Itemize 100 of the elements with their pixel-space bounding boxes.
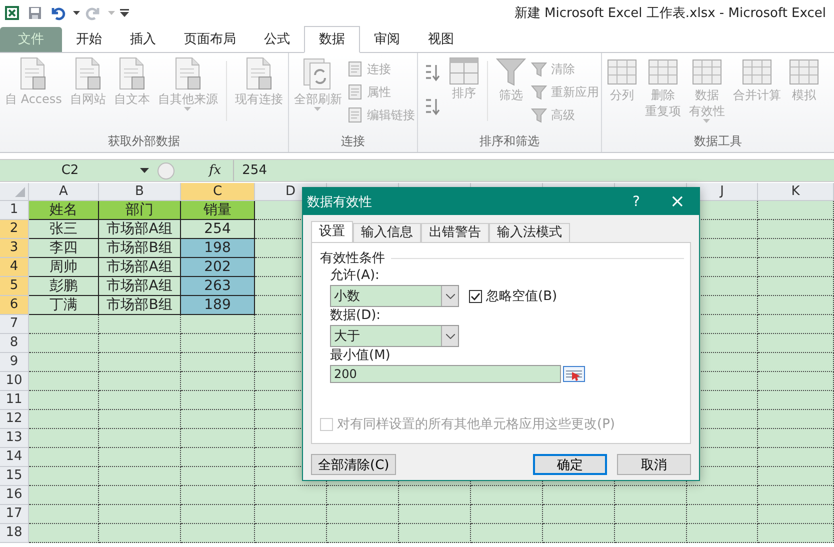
row-header[interactable]: 14 (0, 448, 29, 467)
customize-menu-icon[interactable] (120, 9, 129, 17)
spreadsheet-cell (255, 524, 327, 543)
input-field[interactable]: 200 (330, 365, 561, 383)
row-header[interactable]: 3 (0, 239, 29, 258)
ribbon-tab[interactable]: 开始 (62, 27, 116, 52)
spreadsheet-cell (29, 448, 99, 467)
spreadsheet-cell: 263 (181, 277, 255, 296)
spreadsheet-cell (29, 410, 99, 429)
close-button[interactable]: × (670, 191, 685, 212)
column-header[interactable]: B (99, 183, 181, 201)
range-picker-icon[interactable] (563, 366, 585, 382)
ribbon-tab[interactable]: 页面布局 (170, 27, 250, 52)
caret-icon[interactable] (140, 168, 149, 173)
row-header[interactable]: 4 (0, 258, 29, 277)
column-header[interactable]: K (758, 183, 834, 201)
spreadsheet-cell (29, 524, 99, 543)
save-icon[interactable] (27, 5, 43, 21)
table-icon (692, 57, 722, 87)
dialog-button[interactable]: 取消 (617, 454, 691, 475)
spreadsheet-cell (29, 334, 99, 353)
spreadsheet-cell (29, 486, 99, 505)
checkbox-label: 忽略空值(B) (486, 288, 558, 305)
row-header[interactable]: 13 (0, 429, 29, 448)
ribbon-tab[interactable]: 审阅 (360, 27, 414, 52)
formula-input[interactable]: 254 (233, 160, 834, 181)
row-header[interactable]: 2 (0, 220, 29, 239)
spreadsheet-cell (471, 486, 543, 505)
column-header[interactable]: C (181, 183, 255, 201)
spreadsheet-cell (399, 505, 471, 524)
spreadsheet-cell (615, 524, 687, 543)
dialog-tab[interactable]: 输入法模式 (489, 223, 570, 242)
table-icon (606, 57, 637, 87)
row-header[interactable]: 17 (0, 505, 29, 524)
row-header[interactable]: 5 (0, 277, 29, 296)
row-header[interactable]: 18 (0, 524, 29, 543)
spreadsheet-logo-icon (4, 5, 20, 21)
spreadsheet-cell: 张三 (29, 220, 99, 239)
checkbox[interactable] (469, 290, 482, 302)
dropdown[interactable]: 小数 (330, 285, 459, 307)
sort-ascending-icon[interactable] (424, 63, 440, 83)
column-header[interactable]: A (29, 183, 99, 201)
spreadsheet-cell (255, 505, 327, 524)
ribbon-tab[interactable]: 数据 (304, 26, 360, 53)
spreadsheet-cell (399, 486, 471, 505)
sort-grid-icon (448, 57, 479, 85)
document-icon (346, 61, 363, 77)
row-header[interactable]: 15 (0, 467, 29, 486)
document-icon (244, 57, 274, 91)
dialog-tab[interactable]: 出错警告 (421, 223, 489, 242)
sort-descending-icon[interactable] (424, 97, 440, 117)
row-header[interactable]: 1 (0, 201, 29, 220)
spreadsheet-cell: 彭鹏 (29, 277, 99, 296)
resize-handle-icon[interactable] (155, 162, 177, 180)
field-label: 最小值(M) (330, 347, 392, 365)
row-header[interactable]: 8 (0, 334, 29, 353)
spreadsheet-cell: 丁满 (29, 296, 99, 315)
table-icon (788, 57, 819, 87)
row-header[interactable]: 10 (0, 372, 29, 391)
dialog-button[interactable]: 全部清除(C) (311, 454, 396, 475)
dialog-button[interactable]: 确定 (533, 454, 607, 475)
spreadsheet-cell: 姓名 (29, 201, 99, 220)
field-label: 数据(D): (330, 307, 382, 325)
spreadsheet-cell (399, 524, 471, 543)
field-label: 允许(A): (330, 267, 380, 285)
row-header[interactable]: 11 (0, 391, 29, 410)
row-header[interactable]: 12 (0, 410, 29, 429)
row-header[interactable]: 7 (0, 315, 29, 334)
spreadsheet-cell (543, 486, 615, 505)
document-icon (18, 57, 48, 91)
spreadsheet-cell (471, 505, 543, 524)
caret-icon[interactable] (73, 11, 80, 15)
spreadsheet-cell (29, 429, 99, 448)
row-header[interactable]: 6 (0, 296, 29, 315)
group-label: 数据工具 (692, 133, 743, 150)
redo-icon[interactable] (85, 5, 101, 21)
funnel-icon (530, 84, 547, 100)
document-icon (172, 57, 203, 91)
row-header[interactable]: 16 (0, 486, 29, 505)
checkbox-label: 对有同样设置的所有其他单元格应用这些更改(P) (337, 416, 615, 433)
dropdown[interactable]: 大于 (330, 325, 459, 347)
row-header[interactable]: 9 (0, 353, 29, 372)
ribbon-tab[interactable]: 插入 (116, 27, 170, 52)
document-icon (72, 57, 103, 91)
spreadsheet-cell (471, 524, 543, 543)
ribbon-tab[interactable]: 视图 (414, 27, 468, 52)
name-box[interactable]: C2 (0, 163, 140, 178)
undo-icon[interactable] (50, 5, 66, 21)
dialog-tab[interactable]: 设置 (311, 221, 353, 242)
funnel-icon (530, 107, 547, 123)
table-icon (648, 57, 678, 87)
spreadsheet-cell: 市场部A组 (99, 220, 181, 239)
group-label: 获取外部数据 (106, 133, 181, 150)
ribbon-tab[interactable]: 公式 (250, 27, 304, 52)
insert-function-button[interactable]: fx (209, 163, 222, 178)
help-button[interactable]: ? (632, 194, 640, 210)
spreadsheet-cell (327, 486, 399, 505)
document-icon (116, 57, 147, 91)
dialog-tab[interactable]: 输入信息 (353, 223, 421, 242)
spreadsheet-cell (543, 505, 615, 524)
